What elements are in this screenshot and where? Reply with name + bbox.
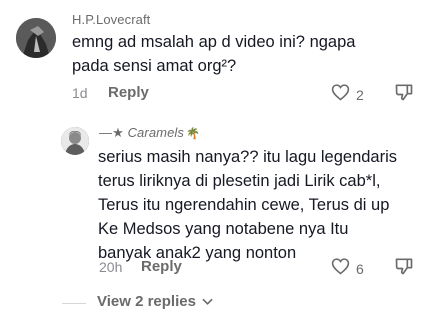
like-button[interactable]: 6 xyxy=(331,257,364,280)
comment-username[interactable]: H.P.Lovecraft xyxy=(72,12,150,27)
reply-username-text: —★ Caramels xyxy=(99,125,184,140)
like-button[interactable]: 2 xyxy=(331,83,364,106)
replies-divider xyxy=(62,303,86,304)
reply-text-line: serius masih nanya?? itu lagu legendaris xyxy=(98,148,398,166)
reply-text-line: Terus itu ngerendahin cewe, Terus di up xyxy=(98,196,390,214)
dislike-button[interactable] xyxy=(394,82,414,107)
comment-text-line: pada sensi amat org²? xyxy=(72,57,237,75)
comment-time: 1d xyxy=(72,85,88,101)
reply-text: serius masih nanya?? itu lagu legendaris… xyxy=(98,145,428,265)
reply-time: 20h xyxy=(99,259,123,275)
thumbs-down-icon xyxy=(394,258,414,280)
reply-text-line: Ke Medsos yang notabene nya Itu xyxy=(98,220,349,238)
thumbs-down-icon xyxy=(394,84,414,106)
avatar[interactable] xyxy=(16,18,56,58)
heart-icon xyxy=(331,83,350,106)
like-count: 6 xyxy=(356,260,364,277)
reply-button[interactable]: Reply xyxy=(108,84,149,101)
palm-tree-emoji: 🌴 xyxy=(186,127,200,140)
reply-text-line: terus liriknya di plesetin jadi Lirik ca… xyxy=(98,172,381,190)
avatar[interactable] xyxy=(61,127,89,155)
like-count: 2 xyxy=(356,86,364,103)
chevron-down-icon xyxy=(202,293,213,310)
view-replies-label: View 2 replies xyxy=(97,293,196,310)
comment-text: emng ad msalah ap d video ini? ngapa pad… xyxy=(72,30,422,78)
view-replies-button[interactable]: View 2 replies xyxy=(97,293,213,310)
dislike-button[interactable] xyxy=(394,256,414,281)
reply-username[interactable]: —★ Caramels 🌴 xyxy=(99,125,200,141)
heart-icon xyxy=(331,257,350,280)
comment-text-line: emng ad msalah ap d video ini? ngapa xyxy=(72,33,356,51)
reply-button[interactable]: Reply xyxy=(141,258,182,275)
